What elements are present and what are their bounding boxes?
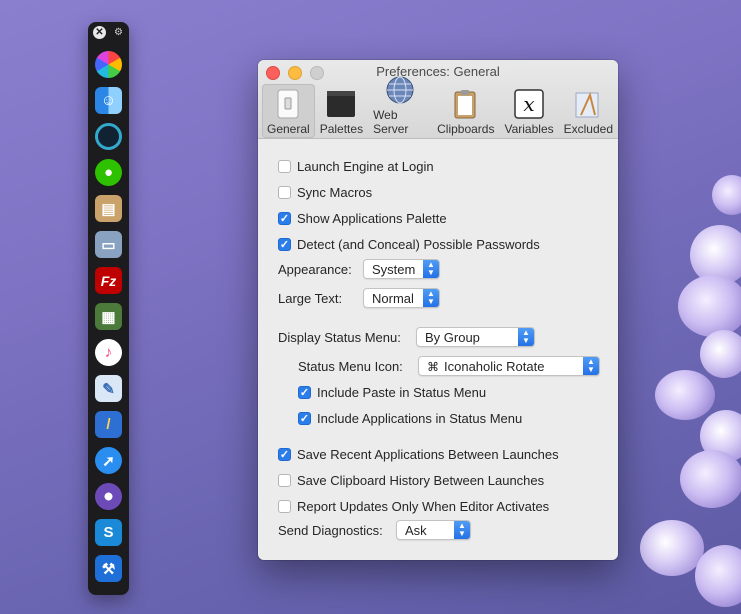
tab-variables-label: Variables	[504, 122, 554, 136]
display-status-menu-label: Display Status Menu:	[278, 329, 401, 345]
general-settings: Launch Engine at Login Sync Macros ✓ Sho…	[258, 139, 618, 560]
send-diagnostics-label: Send Diagnostics:	[278, 522, 383, 538]
chevron-updown-icon: ▲ ▼	[423, 260, 439, 278]
tab-excluded[interactable]: Excluded	[559, 84, 618, 138]
title-bar: Preferences: General General Palettes We…	[258, 60, 618, 139]
tab-excluded-label: Excluded	[563, 122, 613, 136]
include-apps-checkbox[interactable]: ✓	[298, 411, 311, 425]
include-apps-row[interactable]: ✓ Include Applications in Status Menu	[298, 408, 522, 428]
calculator-icon[interactable]: ▦	[95, 303, 122, 330]
tab-web-server-label: Web Server	[373, 108, 409, 136]
photo-booth-icon[interactable]	[95, 483, 122, 510]
itunes-icon[interactable]: ♪	[95, 339, 122, 366]
command-icon: ⌘	[427, 359, 439, 374]
status-menu-icon-select[interactable]: ⌘ Iconaholic Rotate ▲ ▼	[418, 356, 600, 376]
sync-macros-checkbox[interactable]	[278, 185, 291, 199]
palette-close-icon[interactable]: ✕	[93, 25, 106, 39]
report-updates-label: Report Updates Only When Editor Activate…	[297, 498, 550, 514]
appearance-label: Appearance:	[278, 261, 352, 277]
save-clipboard-checkbox[interactable]	[278, 473, 291, 487]
large-text-select[interactable]: Normal ▲ ▼	[363, 288, 440, 308]
tab-general[interactable]: General	[262, 84, 315, 138]
tab-palettes[interactable]: Palettes	[315, 84, 368, 138]
filezilla-icon[interactable]: Fz	[95, 267, 122, 294]
status-menu-icon-row: Status Menu Icon: ⌘ Iconaholic Rotate ▲ ▼	[298, 356, 600, 376]
excluded-icon	[573, 89, 603, 119]
include-paste-row[interactable]: ✓ Include Paste in Status Menu	[298, 382, 486, 402]
variables-icon: x	[514, 89, 544, 119]
tab-clipboards[interactable]: Clipboards	[432, 84, 499, 138]
status-menu-icon-value: Iconaholic Rotate	[444, 358, 545, 374]
preview-icon[interactable]: ✎	[95, 375, 122, 402]
send-diagnostics-value: Ask	[405, 522, 427, 538]
save-clipboard-label: Save Clipboard History Between Launches	[297, 472, 545, 488]
chevron-updown-icon: ▲ ▼	[454, 521, 470, 539]
show-apps-palette-checkbox[interactable]: ✓	[278, 211, 291, 225]
launch-engine-row[interactable]: Launch Engine at Login	[278, 156, 434, 176]
detect-passwords-checkbox[interactable]: ✓	[278, 237, 291, 251]
display-status-menu-row: Display Status Menu: By Group ▲ ▼	[278, 327, 535, 347]
chevron-updown-icon: ▲ ▼	[583, 357, 599, 375]
detect-passwords-row[interactable]: ✓ Detect (and Conceal) Possible Password…	[278, 234, 540, 254]
send-diagnostics-select[interactable]: Ask ▲ ▼	[396, 520, 471, 540]
shazam-icon[interactable]: S	[95, 519, 122, 546]
web-server-icon	[385, 75, 415, 105]
quicktime-icon[interactable]	[95, 123, 122, 150]
large-text-value: Normal	[372, 290, 414, 306]
wechat-icon[interactable]: ●	[95, 159, 122, 186]
include-paste-checkbox[interactable]: ✓	[298, 385, 311, 399]
tab-web-server[interactable]: Web Server	[368, 76, 432, 138]
launch-engine-checkbox[interactable]	[278, 159, 291, 173]
window-title: Preferences: General	[376, 64, 500, 79]
chevron-updown-icon: ▲ ▼	[518, 328, 534, 346]
chevron-updown-icon: ▲ ▼	[423, 289, 439, 307]
applications-palette[interactable]: ✕ ⚙ ☺ ● ▤ ▭ Fz ▦ ♪ ✎ / ➚ S ⚒	[88, 22, 129, 595]
report-updates-row[interactable]: Report Updates Only When Editor Activate…	[278, 496, 549, 516]
include-paste-label: Include Paste in Status Menu	[317, 384, 487, 400]
detect-passwords-label: Detect (and Conceal) Possible Passwords	[297, 236, 540, 252]
palette-settings-icon[interactable]: ⚙	[113, 27, 124, 38]
show-apps-palette-label: Show Applications Palette	[297, 210, 447, 226]
large-text-row: Large Text: Normal ▲ ▼	[278, 288, 440, 308]
appearance-value: System	[372, 261, 416, 277]
save-recent-apps-checkbox[interactable]: ✓	[278, 447, 291, 461]
appearance-row: Appearance: System ▲ ▼	[278, 259, 440, 279]
safari-icon[interactable]: ➚	[95, 447, 122, 474]
svg-text:x: x	[523, 92, 534, 116]
palettes-icon	[326, 89, 356, 119]
tab-general-label: General	[267, 122, 310, 136]
color-wheel-icon[interactable]	[95, 51, 122, 78]
appearance-select[interactable]: System ▲ ▼	[363, 259, 440, 279]
tab-variables[interactable]: x Variables	[499, 84, 558, 138]
save-recent-apps-label: Save Recent Applications Between Launche…	[297, 446, 559, 462]
tab-clipboards-label: Clipboards	[437, 122, 495, 136]
general-icon	[273, 89, 303, 119]
large-text-label: Large Text:	[278, 290, 343, 306]
xcode-icon[interactable]: ⚒	[95, 555, 122, 582]
sync-macros-label: Sync Macros	[297, 184, 373, 200]
report-updates-checkbox[interactable]	[278, 499, 291, 513]
save-clipboard-row[interactable]: Save Clipboard History Between Launches	[278, 470, 544, 490]
tab-palettes-label: Palettes	[319, 122, 364, 136]
display-status-menu-select[interactable]: By Group ▲ ▼	[416, 327, 535, 347]
scanner-icon[interactable]: ▭	[95, 231, 122, 258]
display-status-menu-value: By Group	[425, 329, 480, 345]
status-menu-icon-label: Status Menu Icon:	[298, 358, 403, 374]
finder-icon[interactable]: ☺	[95, 87, 122, 114]
preferences-window: Preferences: General General Palettes We…	[258, 60, 618, 560]
clipboards-icon	[451, 89, 481, 119]
sync-macros-row[interactable]: Sync Macros	[278, 182, 372, 202]
show-apps-palette-row[interactable]: ✓ Show Applications Palette	[278, 208, 447, 228]
send-diagnostics-row: Send Diagnostics: Ask ▲ ▼	[278, 520, 471, 540]
include-apps-label: Include Applications in Status Menu	[317, 410, 523, 426]
xcode-doc-icon[interactable]: /	[95, 411, 122, 438]
archive-icon[interactable]: ▤	[95, 195, 122, 222]
launch-engine-label: Launch Engine at Login	[297, 158, 434, 174]
toolbar: General Palettes Web Server Clipboards x…	[262, 76, 618, 138]
save-recent-apps-row[interactable]: ✓ Save Recent Applications Between Launc…	[278, 444, 559, 464]
